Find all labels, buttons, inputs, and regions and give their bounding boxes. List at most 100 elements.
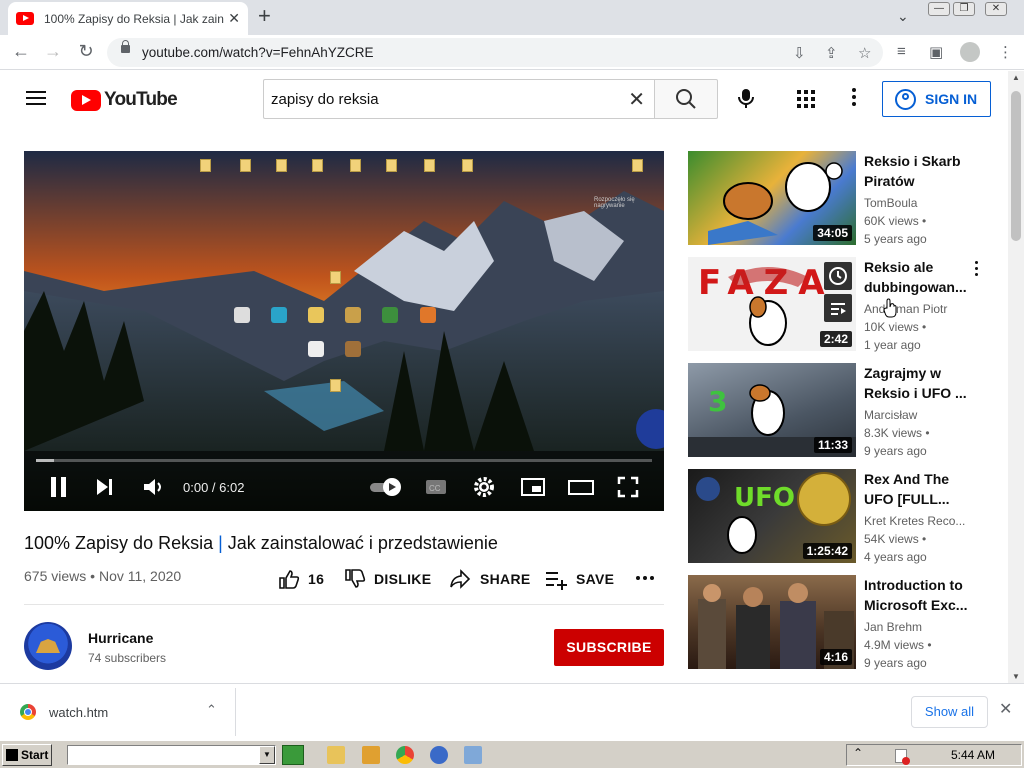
subscribe-button[interactable]: SUBSCRIBE: [554, 629, 664, 666]
chevron-up-icon[interactable]: ⌃: [206, 702, 217, 718]
search-button[interactable]: [654, 79, 718, 119]
restore-button[interactable]: ❐: [953, 2, 975, 16]
video-thumbnail[interactable]: 3 11:33: [688, 363, 856, 457]
add-to-queue-button[interactable]: [824, 294, 852, 322]
media-control-icon[interactable]: ≡: [897, 43, 906, 60]
youtube-apps-icon[interactable]: [797, 90, 815, 108]
recommended-video[interactable]: FAZA 2:42 Reksio ale dubbingowan... Andr…: [688, 257, 988, 352]
back-icon[interactable]: ←: [10, 41, 32, 62]
bookmark-star-icon[interactable]: ☆: [858, 44, 871, 62]
chrome-menu-icon[interactable]: ⋮: [998, 43, 1013, 61]
fullscreen-icon[interactable]: [616, 475, 640, 499]
browser-tab[interactable]: 100% Zapisy do Reksia | Jak zainstalować…: [8, 2, 248, 35]
forward-icon[interactable]: →: [42, 41, 64, 62]
video-title[interactable]: Rex And The UFO [FULL...: [864, 469, 972, 509]
like-button[interactable]: 16: [278, 568, 324, 590]
channel-name[interactable]: Kret Kretes Reco...: [864, 514, 968, 528]
new-tab-button[interactable]: +: [258, 5, 271, 27]
quicklaunch-app-icon[interactable]: [430, 746, 448, 764]
desktop-file-icon: [330, 379, 341, 392]
show-desktop-icon[interactable]: [464, 746, 482, 764]
video-title[interactable]: Reksio ale dubbingowan...: [864, 257, 972, 297]
chrome-file-icon: [20, 704, 36, 720]
channel-name[interactable]: Jan Brehm: [864, 620, 968, 634]
settings-gear-icon[interactable]: [472, 475, 496, 499]
video-duration: 4:16: [819, 649, 852, 665]
recommended-video[interactable]: 34:05 Reksio i Skarb Piratów TomBoula 60…: [688, 151, 988, 246]
channel-avatar[interactable]: [24, 622, 72, 670]
desktop-app-icon: [382, 307, 398, 323]
reload-icon[interactable]: ↻: [75, 41, 97, 62]
youtube-logo[interactable]: YouTube: [71, 89, 178, 111]
share-button[interactable]: SHARE: [448, 568, 531, 590]
window-close-button[interactable]: ✕: [985, 2, 1007, 16]
show-all-downloads-button[interactable]: Show all: [911, 696, 988, 728]
channel-name[interactable]: Hurricane: [88, 630, 153, 646]
recommended-video[interactable]: UFO 1:25:42 Rex And The UFO [FULL... Kre…: [688, 469, 988, 564]
next-video-icon[interactable]: [94, 475, 116, 499]
clear-search-icon[interactable]: ✕: [628, 87, 645, 112]
downloads-bar: watch.htm ⌃ Show all ✕: [0, 683, 1024, 740]
save-button[interactable]: SAVE: [544, 568, 614, 590]
theater-mode-icon[interactable]: [567, 475, 595, 499]
channel-name[interactable]: Andruman Piotr: [864, 302, 968, 316]
start-button[interactable]: Start: [2, 744, 52, 766]
subscriber-count: 74 subscribers: [88, 651, 167, 665]
more-actions-button[interactable]: [635, 573, 663, 583]
video-title[interactable]: Introduction to Microsoft Exc...: [864, 575, 972, 615]
add-to-playlist-icon: [546, 572, 567, 590]
address-combo[interactable]: ▼: [67, 745, 276, 765]
install-icon[interactable]: ⇩: [793, 44, 806, 62]
voice-search-mic-icon[interactable]: [732, 85, 760, 113]
profile-avatar-icon[interactable]: [960, 42, 980, 62]
tray-expand-icon[interactable]: ⌃: [853, 746, 863, 760]
miniplayer-icon[interactable]: [520, 475, 546, 499]
desktop-app-icon: [345, 341, 361, 357]
channel-name[interactable]: Marcisław: [864, 408, 968, 422]
video-player[interactable]: Rozpoczęło się nagrywanie 0:00 / 6:02 CC: [24, 151, 664, 511]
video-thumbnail[interactable]: 34:05: [688, 151, 856, 245]
video-title[interactable]: Zagrajmy w Reksio i UFO ...: [864, 363, 972, 403]
address-bar[interactable]: youtube.com/watch?v=FehnAhYZCRE ⇩ ⇪ ☆: [107, 38, 883, 67]
media-player-icon[interactable]: [362, 746, 380, 764]
video-thumbnail[interactable]: UFO 1:25:42: [688, 469, 856, 563]
chrome-icon[interactable]: [396, 746, 414, 764]
scrollbar-thumb[interactable]: [1011, 91, 1021, 241]
volume-icon[interactable]: [141, 475, 165, 499]
captions-icon[interactable]: CC: [424, 475, 448, 499]
pause-icon[interactable]: [48, 475, 70, 499]
tab-close-icon[interactable]: ✕: [228, 10, 240, 27]
page-scrollbar[interactable]: ▲ ▼: [1008, 71, 1024, 683]
go-button[interactable]: [282, 745, 304, 765]
progress-bar[interactable]: [36, 459, 652, 462]
side-panel-icon[interactable]: ▣: [929, 43, 943, 61]
time-display: 0:00 / 6:02: [183, 480, 245, 495]
network-alert-icon[interactable]: [895, 749, 910, 765]
upload-age: 9 years ago: [864, 656, 927, 670]
settings-more-icon[interactable]: [848, 88, 860, 108]
close-downloads-icon[interactable]: ✕: [999, 699, 1012, 719]
dislike-button[interactable]: DISLIKE: [344, 568, 431, 590]
scroll-up-icon[interactable]: ▲: [1012, 73, 1020, 82]
guide-menu-icon[interactable]: [26, 91, 46, 105]
minimize-button[interactable]: —: [928, 2, 950, 16]
channel-name[interactable]: TomBoula: [864, 196, 968, 210]
folder-icon[interactable]: [327, 746, 345, 764]
recommended-video[interactable]: 4:16 Introduction to Microsoft Exc... Ja…: [688, 575, 988, 670]
thumbnail-text: UFO: [734, 483, 795, 513]
video-title[interactable]: Reksio i Skarb Piratów: [864, 151, 972, 191]
tab-search-chevron-icon[interactable]: ⌄: [897, 8, 909, 25]
video-thumbnail[interactable]: 4:16: [688, 575, 856, 669]
view-count: 54K views •: [864, 532, 927, 546]
autoplay-toggle-icon[interactable]: [368, 475, 404, 499]
download-item[interactable]: watch.htm ⌃: [0, 688, 236, 736]
scroll-down-icon[interactable]: ▼: [1012, 672, 1020, 681]
watch-later-button[interactable]: [824, 262, 852, 290]
video-thumbnail[interactable]: FAZA 2:42: [688, 257, 856, 351]
share-icon[interactable]: ⇪: [825, 44, 838, 62]
dropdown-arrow-icon[interactable]: ▼: [259, 746, 275, 764]
search-input[interactable]: zapisy do reksia ✕: [263, 79, 655, 119]
action-menu-icon[interactable]: [972, 261, 980, 279]
sign-in-button[interactable]: SIGN IN: [882, 81, 991, 117]
recommended-video[interactable]: 3 11:33 Zagrajmy w Reksio i UFO ... Marc…: [688, 363, 988, 458]
